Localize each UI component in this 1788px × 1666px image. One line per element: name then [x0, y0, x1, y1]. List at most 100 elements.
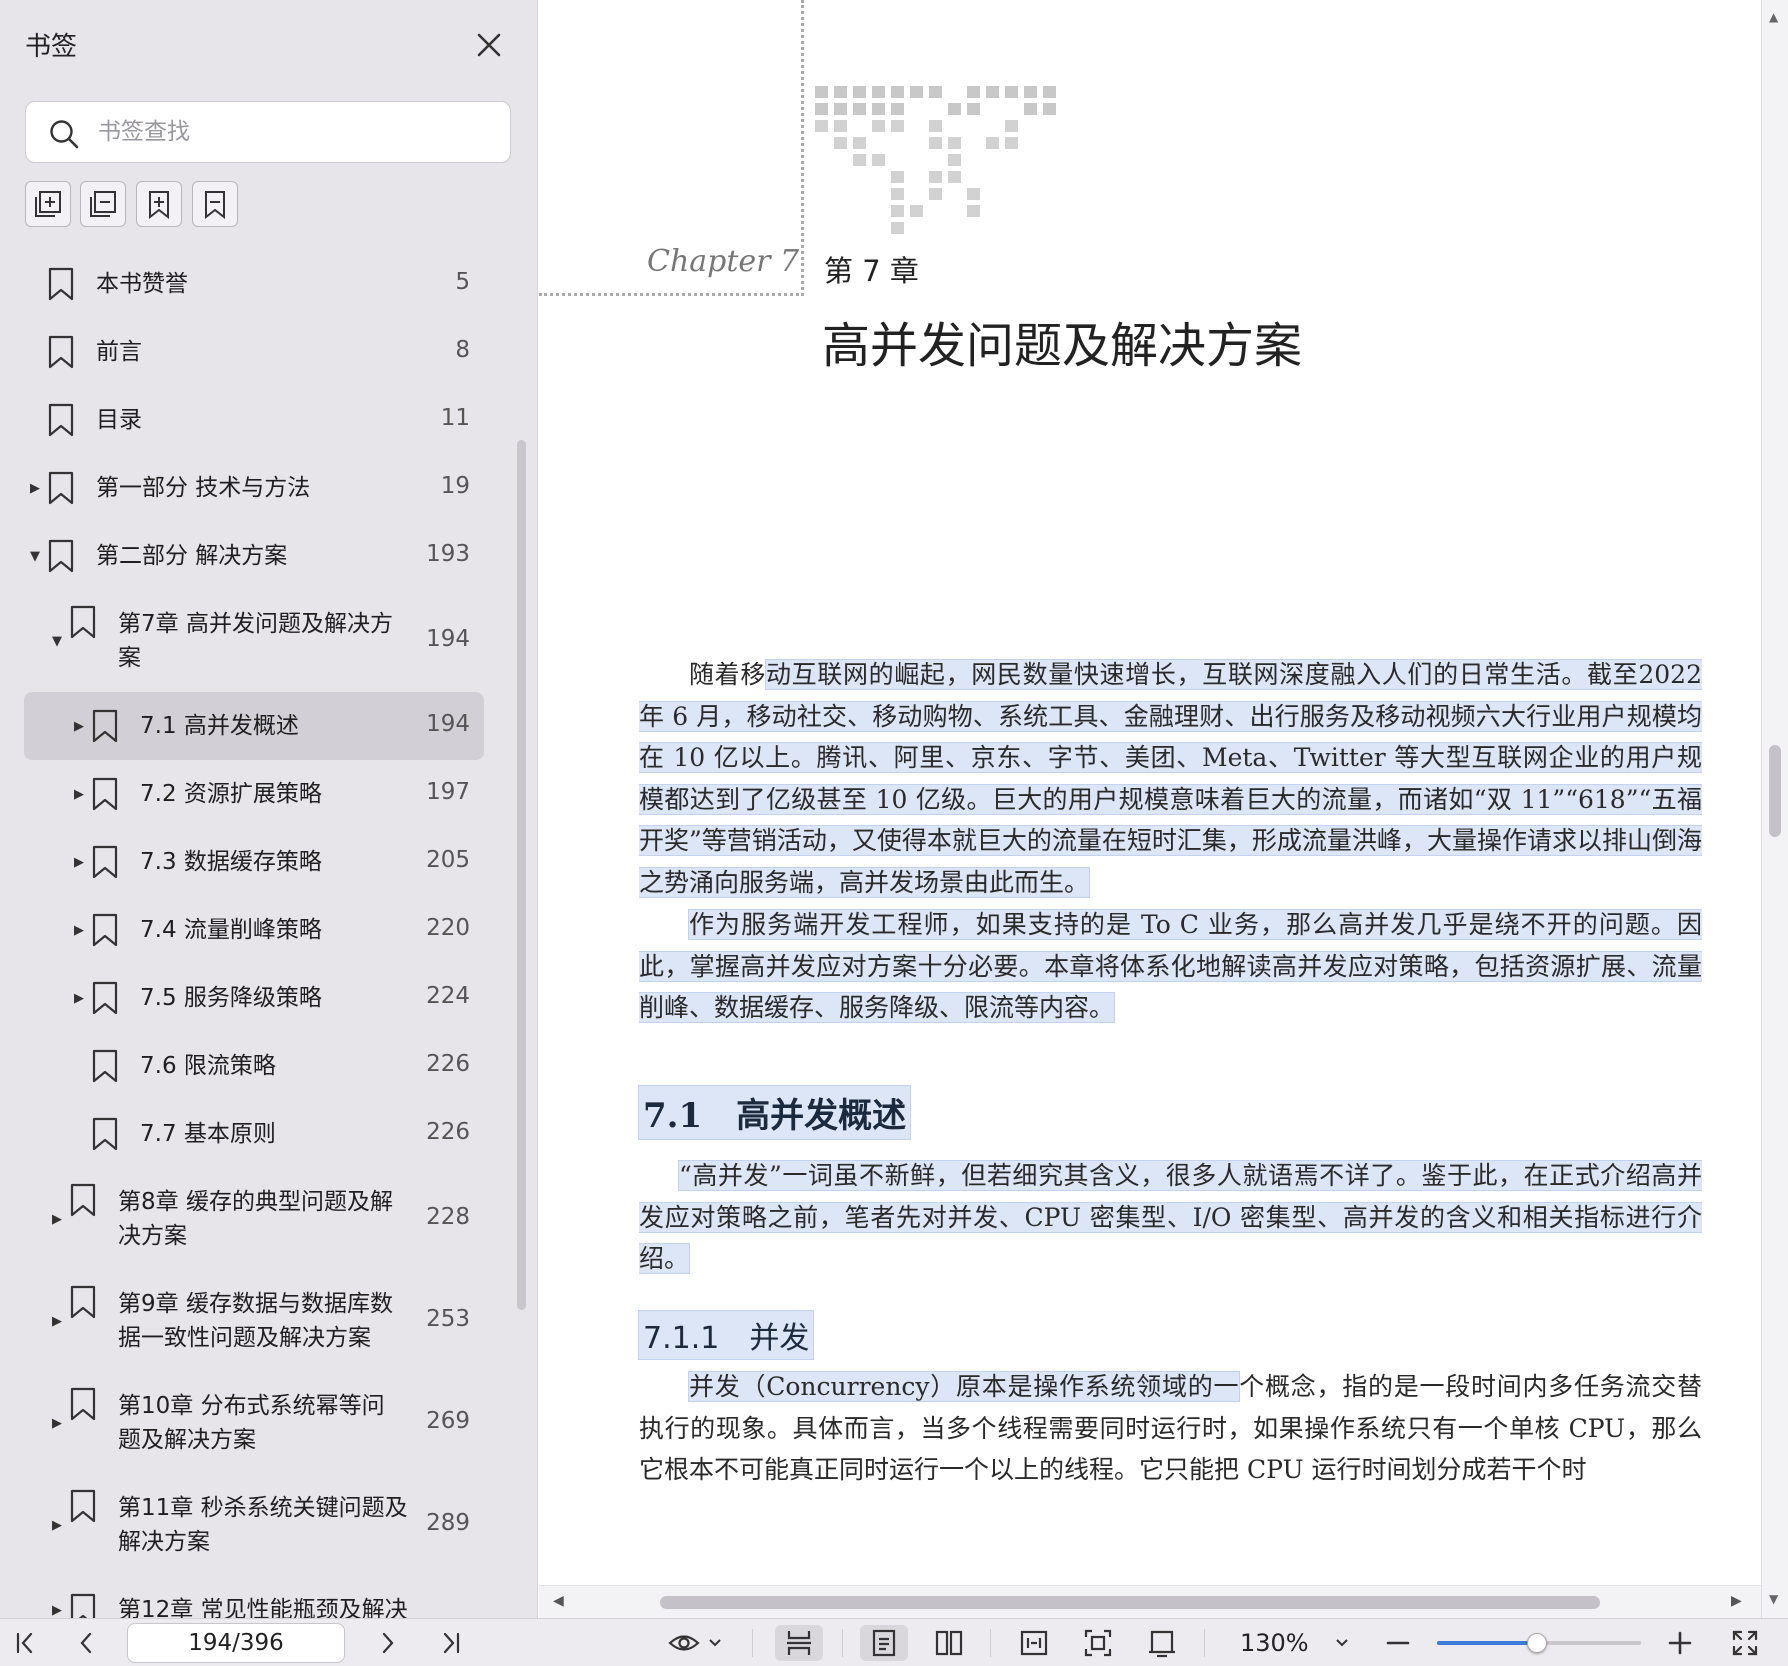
two-page-icon[interactable] [925, 1625, 973, 1661]
expanded-arrow-icon[interactable]: ▼ [50, 634, 64, 649]
pattern-cell [948, 171, 961, 183]
pattern-cell [948, 103, 961, 115]
zoom-out-icon[interactable] [1380, 1625, 1416, 1661]
bookmark-item[interactable]: 本书赞誉 5 [24, 250, 484, 318]
bookmark-page-number: 19 [440, 473, 470, 499]
bookmark-label: 第一部分 技术与方法 [96, 471, 310, 505]
bookmark-label: 第11章 秒杀系统关键问题及 解决方案 [118, 1491, 408, 1559]
zoom-dropdown-icon[interactable] [1328, 1625, 1356, 1661]
horizontal-scroll-thumb[interactable] [660, 1596, 1600, 1609]
bookmark-item[interactable]: ▶ 第9章 缓存数据与数据库数 据一致性问题及解决方案 253 [24, 1270, 484, 1372]
bookmark-item[interactable]: ▶ 7.2 资源扩展策略 197 [24, 760, 484, 828]
bookmark-item[interactable]: ▶ 第10章 分布式系统幂等问 题及解决方案 269 [24, 1372, 484, 1474]
pattern-cell [815, 103, 828, 115]
fit-page-icon[interactable] [1074, 1625, 1122, 1661]
collapsed-arrow-icon[interactable]: ▶ [50, 1212, 64, 1227]
page-number-input[interactable] [127, 1623, 345, 1663]
collapsed-arrow-icon[interactable]: ▶ [72, 991, 86, 1006]
bookmark-label-line: 7.5 服务降级策略 [140, 985, 322, 1011]
bookmark-label-line: 第10章 分布式系统幂等问 [118, 1393, 385, 1419]
paragraph-4: 并发（Concurrency）原本是操作系统领域的一个概念，指的是一段时间内多任… [639, 1372, 1702, 1484]
scroll-up-icon[interactable]: ▲ [1769, 10, 1778, 24]
collapsed-arrow-icon[interactable]: ▶ [72, 855, 86, 870]
bookmark-page-number: 194 [426, 626, 470, 652]
bookmark-item[interactable]: 7.7 基本原则 226 [24, 1100, 484, 1168]
zoom-level-label[interactable]: 130% [1240, 1629, 1309, 1657]
fullscreen-icon[interactable] [1727, 1625, 1763, 1661]
vertical-scroll-thumb[interactable] [1769, 745, 1781, 837]
bookmark-item[interactable]: 目录 11 [24, 386, 484, 454]
bookmark-label: 第12章 常见性能瓶颈及解决 [118, 1593, 408, 1618]
sidebar-scrollbar[interactable] [517, 440, 526, 1310]
zoom-slider[interactable] [1437, 1633, 1641, 1653]
paragraph-1: 随着移动互联网的崛起，网民数量快速增长，互联网深度融入人们的日常生活。截至202… [639, 660, 1702, 897]
scroll-left-icon[interactable]: ◀ [553, 1593, 564, 1609]
chapter-title: 高并发问题及解决方案 [822, 318, 1303, 374]
zoom-slider-fill [1437, 1641, 1537, 1645]
add-bookmark-icon[interactable] [136, 181, 182, 227]
dropdown-icon[interactable] [704, 1625, 726, 1661]
pattern-cell [853, 86, 866, 98]
bookmark-icon [70, 1489, 96, 1523]
bookmark-page-number: 253 [426, 1306, 470, 1332]
bookmark-icon [92, 913, 118, 947]
bookmark-search-input[interactable] [98, 112, 493, 152]
bookmark-page-number: 205 [426, 847, 470, 873]
actual-size-icon[interactable] [1138, 1625, 1186, 1661]
first-page-icon[interactable] [8, 1625, 44, 1661]
collapsed-arrow-icon[interactable]: ▶ [50, 1416, 64, 1431]
bookmark-label: 第二部分 解决方案 [96, 539, 287, 573]
bookmark-item[interactable]: ▶ 第11章 秒杀系统关键问题及 解决方案 289 [24, 1474, 484, 1576]
bookmark-item[interactable]: ▶ 7.1 高并发概述 194 [24, 692, 484, 760]
document-horizontal-scrollbar[interactable]: ◀ ▶ [539, 1585, 1761, 1618]
remove-bookmark-icon[interactable] [192, 181, 238, 227]
eye-icon[interactable] [664, 1625, 704, 1661]
collapsed-arrow-icon[interactable]: ▶ [72, 923, 86, 938]
collapse-all-icon[interactable] [80, 181, 126, 227]
collapsed-arrow-icon[interactable]: ▶ [50, 1603, 64, 1618]
pattern-cell [1043, 86, 1056, 98]
bookmark-item[interactable]: 7.6 限流策略 226 [24, 1032, 484, 1100]
collapsed-arrow-icon[interactable]: ▶ [72, 719, 86, 734]
collapsed-arrow-icon[interactable]: ▶ [50, 1314, 64, 1329]
bookmark-item[interactable]: ▼ 第二部分 解决方案 193 [24, 522, 484, 590]
bookmark-item[interactable]: ▶ 7.4 流量削峰策略 220 [24, 896, 484, 964]
close-icon[interactable] [470, 26, 508, 64]
pattern-cell [891, 103, 904, 115]
document-vertical-scrollbar[interactable]: ▲ ▼ [1761, 0, 1788, 1618]
collapsed-arrow-icon[interactable]: ▶ [28, 481, 42, 496]
bookmark-item[interactable]: ▶ 第一部分 技术与方法 19 [24, 454, 484, 522]
expand-all-icon[interactable] [25, 181, 71, 227]
section-title: 7.1 高并发概述 [639, 1086, 911, 1139]
prev-page-icon[interactable] [68, 1625, 104, 1661]
bookmark-item[interactable]: ▶ 第8章 缓存的典型问题及解 决方案 228 [24, 1168, 484, 1270]
bookmark-item[interactable]: ▶ 第12章 常见性能瓶颈及解决 [24, 1576, 484, 1618]
collapsed-arrow-icon[interactable]: ▶ [50, 1518, 64, 1533]
bookmark-item[interactable]: ▶ 7.5 服务降级策略 224 [24, 964, 484, 1032]
zoom-slider-knob[interactable] [1526, 1633, 1547, 1653]
pattern-cell [891, 171, 904, 183]
bookmark-item[interactable]: ▼ 第7章 高并发问题及解决方案 194 [24, 590, 484, 692]
next-page-icon[interactable] [370, 1625, 406, 1661]
bookmark-label: 本书赞誉 [96, 267, 188, 301]
scroll-right-icon[interactable]: ▶ [1731, 1593, 1742, 1609]
expanded-arrow-icon[interactable]: ▼ [28, 549, 42, 564]
paragraph-3: “高并发”一词虽不新鲜，但若细究其含义，很多人就语焉不详了。鉴于此，在正式介绍高… [639, 1161, 1702, 1273]
pattern-cell [853, 103, 866, 115]
single-page-icon[interactable] [860, 1625, 908, 1661]
bookmark-item[interactable]: ▶ 7.3 数据缓存策略 205 [24, 828, 484, 896]
bookmark-page-number: 194 [426, 711, 470, 737]
pattern-cell [1043, 103, 1056, 115]
last-page-icon[interactable] [432, 1625, 468, 1661]
bookmark-label-line: 第12章 常见性能瓶颈及解决 [118, 1597, 408, 1618]
zoom-in-icon[interactable] [1662, 1625, 1698, 1661]
bookmark-page-number: 5 [455, 269, 470, 295]
collapsed-arrow-icon[interactable]: ▶ [72, 787, 86, 802]
pattern-cell [891, 205, 904, 217]
continuous-scroll-icon[interactable] [775, 1625, 823, 1661]
pattern-cell [1005, 137, 1018, 149]
scroll-down-icon[interactable]: ▼ [1769, 1592, 1778, 1606]
bookmark-icon [70, 1285, 96, 1319]
fit-width-icon[interactable] [1010, 1625, 1058, 1661]
bookmark-item[interactable]: 前言 8 [24, 318, 484, 386]
